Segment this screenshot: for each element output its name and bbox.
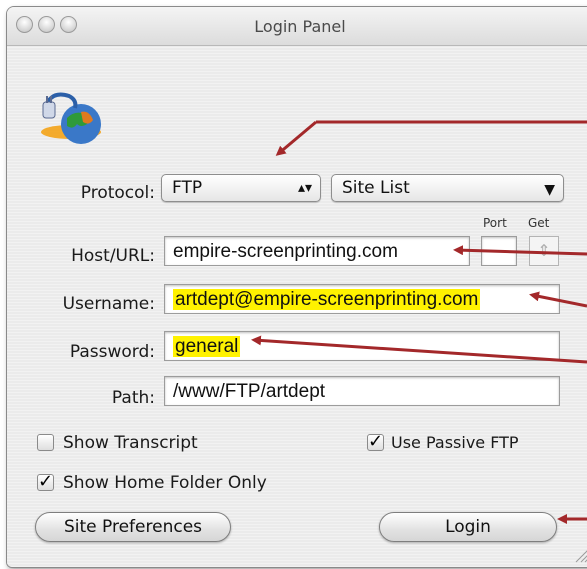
annotation-arrow-username (529, 291, 587, 308)
annotation-arrows (251, 120, 587, 524)
annotation-arrow-password (251, 335, 587, 364)
annotation-arrow-head-protocol (275, 120, 317, 156)
annotation-arrow-host (453, 245, 587, 256)
